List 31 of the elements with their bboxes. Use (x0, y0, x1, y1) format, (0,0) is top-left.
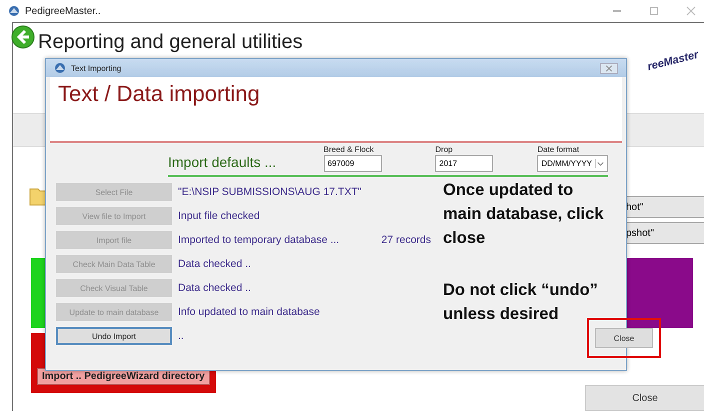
instruction-note: Do not click “undo” unless desired (443, 280, 599, 325)
chevron-icon (594, 159, 605, 168)
close-icon[interactable] (600, 62, 618, 74)
close-icon[interactable] (686, 6, 696, 16)
dialog-title: Text Importing (71, 64, 122, 72)
close-button[interactable]: Close (595, 328, 653, 348)
step-status: Data checked .. (178, 258, 251, 270)
step-status: .. (178, 330, 184, 342)
step-status: Imported to temporary database ... (178, 234, 340, 246)
step-status: Data checked .. (178, 282, 251, 294)
field-label: Drop (435, 145, 454, 154)
step-status: Input file checked (178, 210, 260, 222)
instruction-note: Once updated to main database, click close (443, 180, 604, 249)
step-status: "E:\NSIP SUBMISSIONS\AUG 17.TXT" (178, 186, 362, 198)
dialog-heading: Text / Data importing (58, 81, 261, 107)
record-count: 27 records (381, 234, 431, 246)
maximize-icon[interactable] (649, 6, 659, 16)
step-status: Info updated to main database (178, 306, 320, 318)
date-format-select[interactable]: DD/MM/YYYY (537, 155, 608, 172)
defaults-label: Import defaults ... (168, 154, 278, 172)
input-field[interactable]: 697009 (324, 155, 382, 172)
app-icon (8, 5, 20, 17)
input-field[interactable]: 2017 (435, 155, 494, 172)
field-label: Date format (537, 145, 580, 154)
back-icon[interactable] (11, 25, 35, 49)
field-label: Breed & Flock (324, 145, 375, 154)
step-button[interactable]: Undo Import (56, 327, 172, 345)
page-heading: Reporting and general utilities (38, 31, 303, 54)
window-title: PedigreeMaster.. (25, 6, 101, 16)
close-button[interactable]: Close (585, 385, 704, 411)
app-icon (54, 62, 66, 74)
